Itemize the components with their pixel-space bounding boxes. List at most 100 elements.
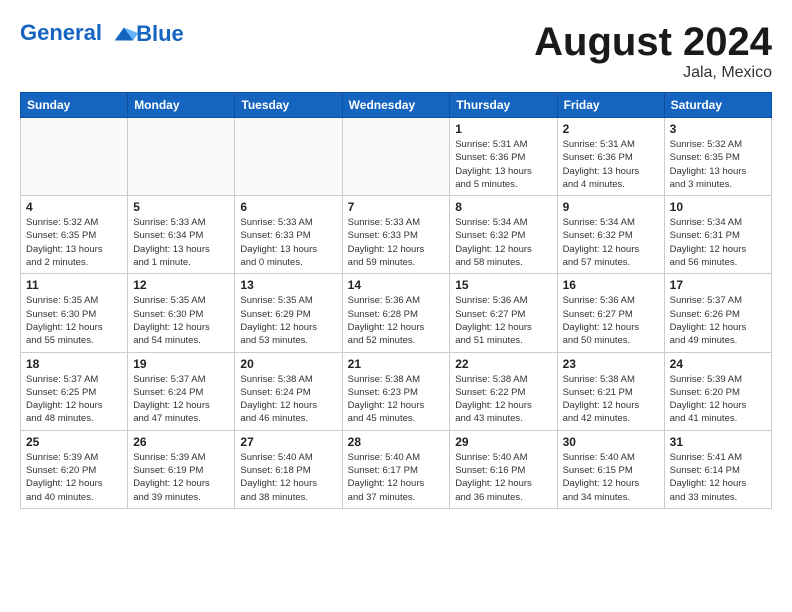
calendar-cell: 21 Sunrise: 5:38 AMSunset: 6:23 PMDayligh… [342, 352, 450, 430]
weekday-monday: Monday [128, 93, 235, 118]
calendar-cell: 23 Sunrise: 5:38 AMSunset: 6:21 PMDayligh… [557, 352, 664, 430]
calendar-cell: 1 Sunrise: 5:31 AMSunset: 6:36 PMDaylight… [450, 118, 557, 196]
day-info: Sunrise: 5:33 AMSunset: 6:33 PMDaylight:… [240, 216, 336, 269]
calendar-cell [235, 118, 342, 196]
day-number: 11 [26, 278, 122, 292]
day-number: 14 [348, 278, 445, 292]
day-number: 27 [240, 435, 336, 449]
logo: General Blue [20, 20, 184, 48]
day-info: Sunrise: 5:32 AMSunset: 6:35 PMDaylight:… [670, 138, 766, 191]
day-number: 26 [133, 435, 229, 449]
calendar-body: 1 Sunrise: 5:31 AMSunset: 6:36 PMDaylight… [21, 118, 772, 509]
day-number: 23 [563, 357, 659, 371]
day-info: Sunrise: 5:34 AMSunset: 6:31 PMDaylight:… [670, 216, 766, 269]
calendar-header: SundayMondayTuesdayWednesdayThursdayFrid… [21, 93, 772, 118]
calendar-cell: 20Sunrise: 5:38 AMSunset: 6:24 PMDayligh… [235, 352, 342, 430]
day-info: Sunrise: 5:36 AMSunset: 6:28 PMDaylight:… [348, 294, 445, 347]
calendar-table: SundayMondayTuesdayWednesdayThursdayFrid… [20, 92, 772, 509]
day-number: 3 [670, 122, 766, 136]
day-info: Sunrise: 5:33 AMSunset: 6:33 PMDaylight:… [348, 216, 445, 269]
day-info: Sunrise: 5:38 AMSunset: 6:21 PMDaylight:… [563, 373, 659, 426]
day-number: 9 [563, 200, 659, 214]
title-block: August 2024 Jala, Mexico [534, 20, 772, 82]
day-info: Sunrise: 5:34 AMSunset: 6:32 PMDaylight:… [455, 216, 551, 269]
day-info: Sunrise: 5:37 AMSunset: 6:26 PMDaylight:… [670, 294, 766, 347]
calendar-cell: 2Sunrise: 5:31 AMSunset: 6:36 PMDaylight… [557, 118, 664, 196]
day-info: Sunrise: 5:38 AMSunset: 6:22 PMDaylight:… [455, 373, 551, 426]
week-row-3: 11 Sunrise: 5:35 AMSunset: 6:30 PMDayligh… [21, 274, 772, 352]
day-number: 17 [670, 278, 766, 292]
day-number: 5 [133, 200, 229, 214]
day-info: Sunrise: 5:35 AMSunset: 6:29 PMDaylight:… [240, 294, 336, 347]
calendar-cell: 19 Sunrise: 5:37 AMSunset: 6:24 PMDayligh… [128, 352, 235, 430]
weekday-sunday: Sunday [21, 93, 128, 118]
weekday-tuesday: Tuesday [235, 93, 342, 118]
logo-text: General [20, 20, 138, 48]
day-info: Sunrise: 5:34 AMSunset: 6:32 PMDaylight:… [563, 216, 659, 269]
calendar-cell: 24Sunrise: 5:39 AMSunset: 6:20 PMDayligh… [664, 352, 771, 430]
weekday-header-row: SundayMondayTuesdayWednesdayThursdayFrid… [21, 93, 772, 118]
day-number: 6 [240, 200, 336, 214]
day-info: Sunrise: 5:39 AMSunset: 6:19 PMDaylight:… [133, 451, 229, 504]
day-number: 8 [455, 200, 551, 214]
day-info: Sunrise: 5:36 AMSunset: 6:27 PMDaylight:… [563, 294, 659, 347]
day-number: 4 [26, 200, 122, 214]
day-info: Sunrise: 5:40 AMSunset: 6:16 PMDaylight:… [455, 451, 551, 504]
calendar-cell: 31Sunrise: 5:41 AMSunset: 6:14 PMDayligh… [664, 430, 771, 508]
week-row-2: 4Sunrise: 5:32 AMSunset: 6:35 PMDaylight… [21, 196, 772, 274]
weekday-thursday: Thursday [450, 93, 557, 118]
calendar-cell [21, 118, 128, 196]
calendar-cell: 4Sunrise: 5:32 AMSunset: 6:35 PMDaylight… [21, 196, 128, 274]
week-row-1: 1 Sunrise: 5:31 AMSunset: 6:36 PMDaylight… [21, 118, 772, 196]
weekday-wednesday: Wednesday [342, 93, 450, 118]
calendar-cell: 27 Sunrise: 5:40 AMSunset: 6:18 PMDayligh… [235, 430, 342, 508]
day-info: Sunrise: 5:37 AMSunset: 6:24 PMDaylight:… [133, 373, 229, 426]
day-info: Sunrise: 5:37 AMSunset: 6:25 PMDaylight:… [26, 373, 122, 426]
location: Jala, Mexico [534, 64, 772, 82]
logo-icon [110, 20, 138, 48]
calendar-cell: 26 Sunrise: 5:39 AMSunset: 6:19 PMDayligh… [128, 430, 235, 508]
day-number: 19 [133, 357, 229, 371]
calendar-cell: 3 Sunrise: 5:32 AMSunset: 6:35 PMDaylight… [664, 118, 771, 196]
day-number: 13 [240, 278, 336, 292]
calendar-cell: 30 Sunrise: 5:40 AMSunset: 6:15 PMDayligh… [557, 430, 664, 508]
day-number: 21 [348, 357, 445, 371]
calendar-cell: 22 Sunrise: 5:38 AMSunset: 6:22 PMDayligh… [450, 352, 557, 430]
day-info: Sunrise: 5:31 AMSunset: 6:36 PMDaylight:… [455, 138, 551, 191]
calendar-cell: 10 Sunrise: 5:34 AMSunset: 6:31 PMDayligh… [664, 196, 771, 274]
day-info: Sunrise: 5:40 AMSunset: 6:15 PMDaylight:… [563, 451, 659, 504]
day-info: Sunrise: 5:40 AMSunset: 6:18 PMDaylight:… [240, 451, 336, 504]
day-number: 31 [670, 435, 766, 449]
calendar-cell: 13 Sunrise: 5:35 AMSunset: 6:29 PMDayligh… [235, 274, 342, 352]
calendar-cell [342, 118, 450, 196]
day-number: 28 [348, 435, 445, 449]
page-header: General Blue August 2024 Jala, Mexico [20, 20, 772, 82]
day-number: 30 [563, 435, 659, 449]
day-info: Sunrise: 5:33 AMSunset: 6:34 PMDaylight:… [133, 216, 229, 269]
week-row-5: 25Sunrise: 5:39 AMSunset: 6:20 PMDayligh… [21, 430, 772, 508]
day-number: 7 [348, 200, 445, 214]
day-info: Sunrise: 5:35 AMSunset: 6:30 PMDaylight:… [26, 294, 122, 347]
day-number: 20 [240, 357, 336, 371]
day-number: 1 [455, 122, 551, 136]
weekday-saturday: Saturday [664, 93, 771, 118]
day-info: Sunrise: 5:38 AMSunset: 6:23 PMDaylight:… [348, 373, 445, 426]
calendar-cell: 29Sunrise: 5:40 AMSunset: 6:16 PMDayligh… [450, 430, 557, 508]
weekday-friday: Friday [557, 93, 664, 118]
day-number: 25 [26, 435, 122, 449]
day-info: Sunrise: 5:36 AMSunset: 6:27 PMDaylight:… [455, 294, 551, 347]
month-title: August 2024 [534, 20, 772, 64]
week-row-4: 18Sunrise: 5:37 AMSunset: 6:25 PMDayligh… [21, 352, 772, 430]
day-number: 10 [670, 200, 766, 214]
day-number: 16 [563, 278, 659, 292]
calendar-cell: 8 Sunrise: 5:34 AMSunset: 6:32 PMDaylight… [450, 196, 557, 274]
day-number: 22 [455, 357, 551, 371]
calendar-cell: 12Sunrise: 5:35 AMSunset: 6:30 PMDayligh… [128, 274, 235, 352]
calendar-cell: 17 Sunrise: 5:37 AMSunset: 6:26 PMDayligh… [664, 274, 771, 352]
day-info: Sunrise: 5:39 AMSunset: 6:20 PMDaylight:… [670, 373, 766, 426]
calendar-cell: 11 Sunrise: 5:35 AMSunset: 6:30 PMDayligh… [21, 274, 128, 352]
calendar-cell: 7 Sunrise: 5:33 AMSunset: 6:33 PMDaylight… [342, 196, 450, 274]
calendar-cell: 16 Sunrise: 5:36 AMSunset: 6:27 PMDayligh… [557, 274, 664, 352]
day-number: 12 [133, 278, 229, 292]
day-number: 15 [455, 278, 551, 292]
